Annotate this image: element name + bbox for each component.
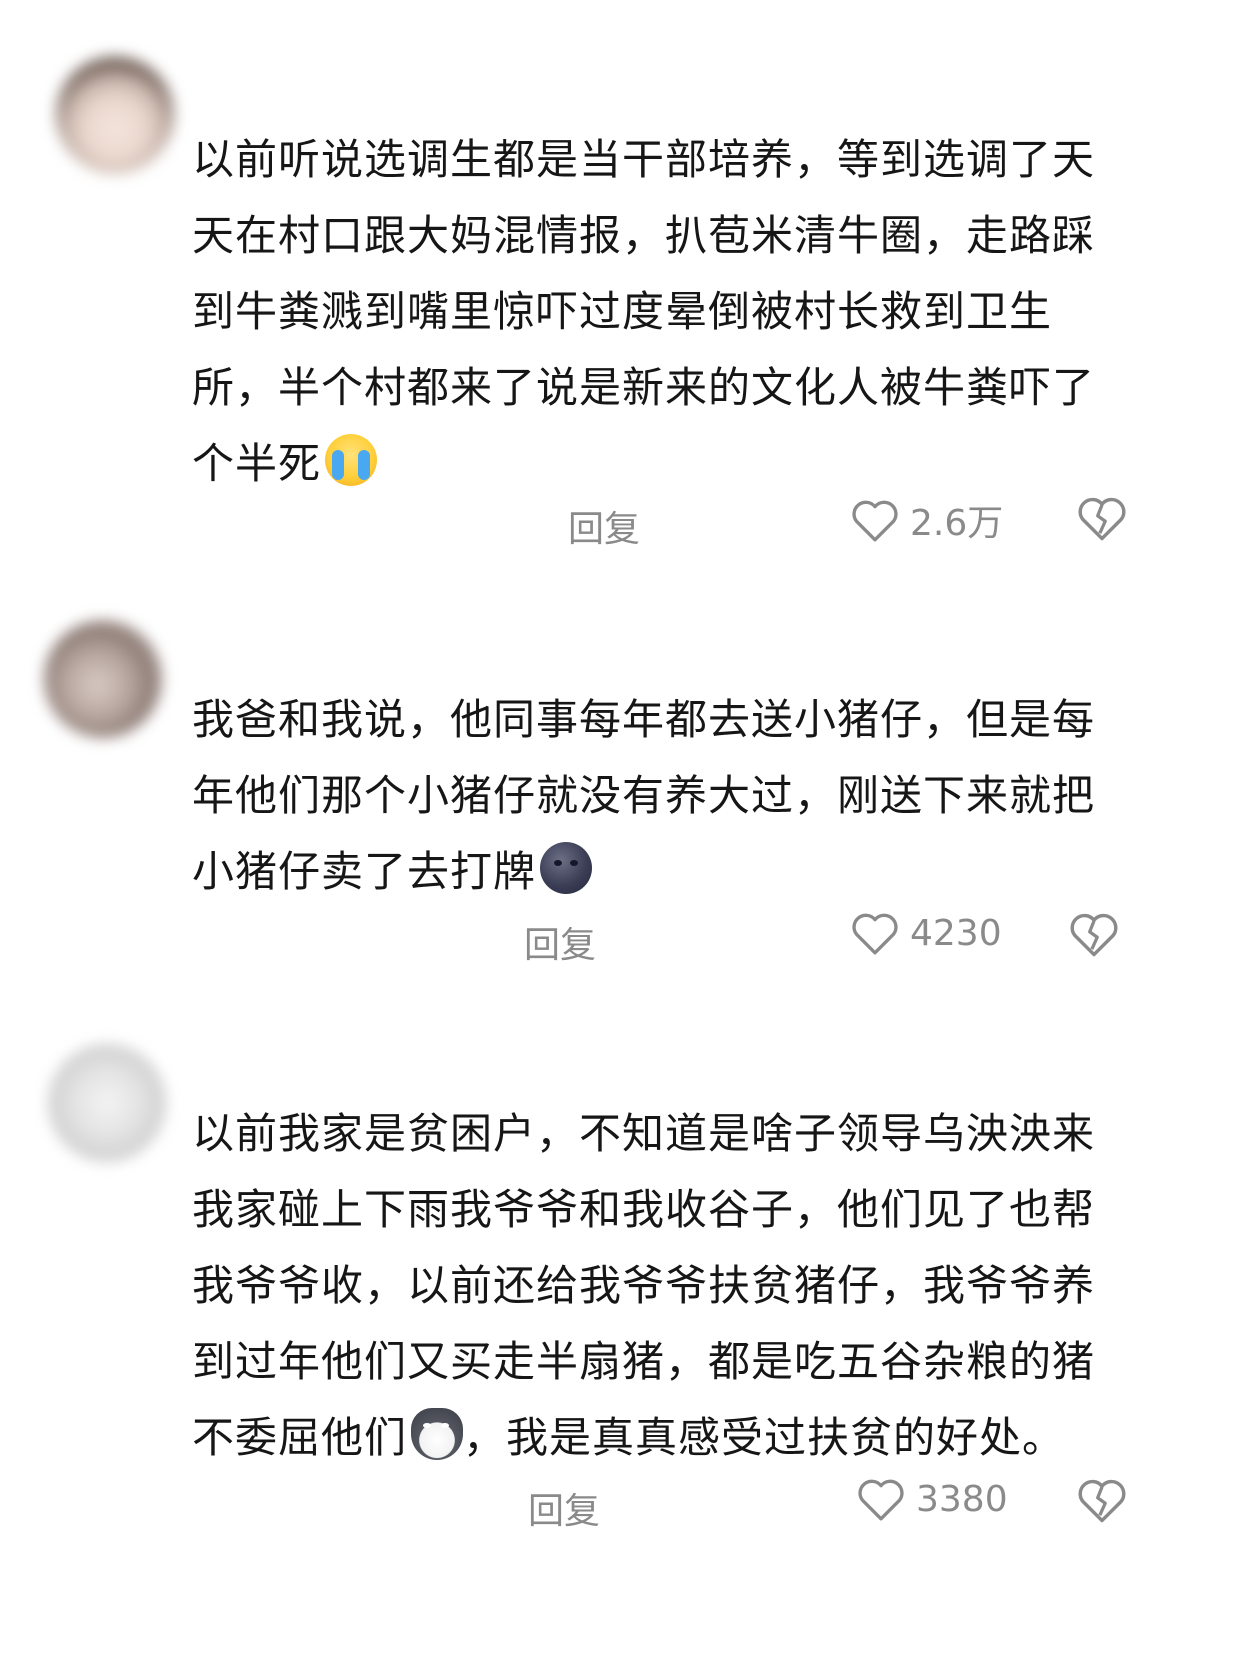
- comment-text-line: 我家碰上下雨我爷爷和我收谷子，他们见了也帮: [192, 1185, 1096, 1234]
- comment-text-line: 我爸和我说，他同事每年都去送小猪仔，但是每: [192, 695, 1096, 744]
- comment-text: 我爸和我说，他同事每年都去送小猪仔，但是每 年他们那个小猪仔就没有养大过，刚送下…: [192, 682, 1192, 910]
- comment-text-line: 以前听说选调生都是当干部培养，等到选调了天: [192, 135, 1096, 184]
- comment-text-line: 所，半个村都来了说是新来的文化人被牛粪吓了: [192, 363, 1096, 412]
- reply-button[interactable]: 回复: [524, 916, 596, 968]
- comment-text-line: 个半死: [192, 426, 1192, 502]
- comment-text: 以前听说选调生都是当干部培养，等到选调了天 天在村口跟大妈混情报，扒苞米清牛圈，…: [192, 122, 1192, 502]
- like-button[interactable]: 2.6万: [850, 494, 1003, 546]
- comment-actions: 回复 3380: [0, 1474, 1242, 1534]
- dislike-button[interactable]: [1068, 910, 1120, 967]
- like-count: 2.6万: [910, 503, 1004, 544]
- like-button[interactable]: 3380: [856, 1476, 1008, 1522]
- comment-text-line: 以前我家是贫困户，不知道是啥子领导乌泱泱来: [192, 1109, 1096, 1158]
- avatar[interactable]: [56, 56, 174, 174]
- comment-text-line: 到过年他们又买走半扇猪，都是吃五谷杂粮的猪: [192, 1337, 1096, 1386]
- broken-heart-icon: [1070, 913, 1118, 957]
- heart-outline-icon: [858, 1479, 904, 1521]
- comment-text-fragment: ，我是真真感受过扶贫的好处。: [463, 1413, 1066, 1462]
- comment-text-fragment: 小猪仔卖了去打牌: [192, 847, 537, 896]
- crying-emoji-icon: [325, 434, 378, 486]
- like-count: 3380: [916, 1478, 1008, 1520]
- reply-button[interactable]: 回复: [568, 500, 640, 552]
- broken-heart-icon: [1078, 497, 1126, 541]
- comment-text-fragment: 个半死: [192, 439, 322, 488]
- comment-text-line: 我爷爷收，以前还给我爷爷扶贫猪仔，我爷爷养: [192, 1261, 1096, 1310]
- avatar[interactable]: [48, 1044, 166, 1162]
- comment-text-fragment: 不委屈他们: [192, 1413, 408, 1462]
- avatar[interactable]: [44, 620, 162, 738]
- dislike-button[interactable]: [1076, 1476, 1128, 1533]
- dislike-button[interactable]: [1076, 494, 1128, 551]
- reply-button[interactable]: 回复: [528, 1482, 600, 1534]
- husky-dog-emoji-icon: [411, 1408, 464, 1460]
- comment-text-line: 年他们那个小猪仔就没有养大过，刚送下来就把: [192, 771, 1096, 820]
- comment-text-line: 小猪仔卖了去打牌: [192, 834, 1192, 910]
- like-count: 4230: [910, 912, 1002, 954]
- dark-moon-emoji-icon: [540, 842, 593, 894]
- comment-actions: 回复 2.6万: [0, 492, 1242, 552]
- like-button[interactable]: 4230: [850, 910, 1002, 956]
- comment-text-line: 不委屈他们 ，我是真真感受过扶贫的好处。: [192, 1400, 1192, 1476]
- comment-text: 以前我家是贫困户，不知道是啥子领导乌泱泱来 我家碰上下雨我爷爷和我收谷子，他们见…: [192, 1096, 1192, 1476]
- comment-actions: 回复 4230: [0, 908, 1242, 968]
- broken-heart-icon: [1078, 1479, 1126, 1523]
- comment-text-line: 到牛粪溅到嘴里惊吓过度晕倒被村长救到卫生: [192, 287, 1053, 336]
- heart-outline-icon: [852, 500, 898, 542]
- comment-text-line: 天在村口跟大妈混情报，扒苞米清牛圈，走路踩: [192, 211, 1096, 260]
- heart-outline-icon: [852, 913, 898, 955]
